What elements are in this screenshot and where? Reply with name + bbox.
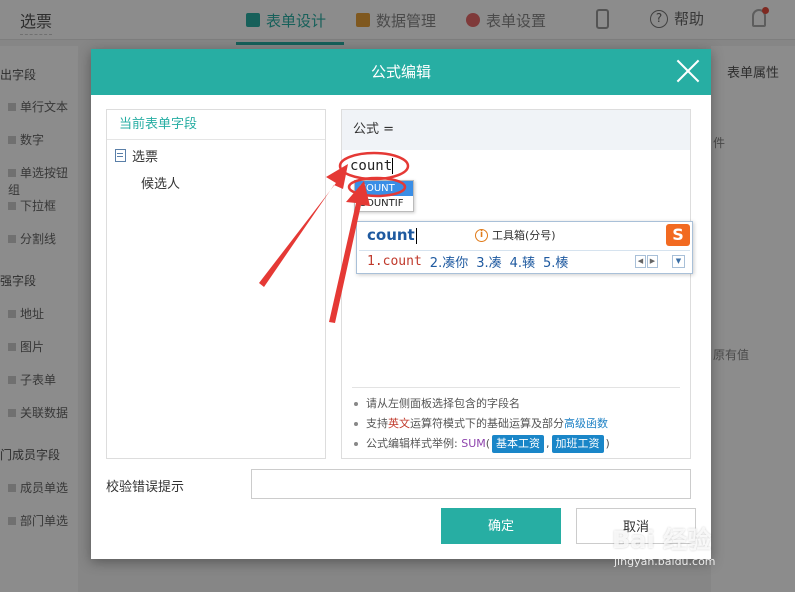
watermark-logo: Bai 经验 [612,526,712,554]
ime-candidate[interactable]: 3.凑 [476,252,501,271]
baidu-watermark: Bai 经验 jingyan.baidu.com [612,520,792,580]
error-hint-label: 校验错误提示 [106,480,185,495]
close-icon[interactable] [675,58,701,84]
hint-line: 支持 英文 运算符模式下的基础运算及部分 高级函数 [352,414,680,434]
ime-toolbox-label: 工具箱(分号) [492,229,556,242]
watermark-url: jingyan.baidu.com [614,555,716,568]
ime-candidates: 1.count 2.凑你 3.凑 4.辏 5.楱 ◀ ▶ ▼ [359,250,690,272]
form-tree-node[interactable]: 选票 [107,140,325,165]
form-name: 选票 [132,150,159,165]
prev-page-icon[interactable]: ◀ [635,255,646,268]
hint-text: 运算符模式下的基础运算及部分 [410,417,564,430]
text-caret [415,227,417,244]
error-hint-input[interactable] [251,469,691,499]
formula-editor: 公式 = count COUNT COUNTIF 请从左侧面板选择包含的字段名 … [341,109,691,459]
field-tag: 加班工资 [551,435,604,453]
dialog-title: 公式编辑 [370,63,431,81]
hint-function: SUM [461,437,486,450]
hint-comma: , [546,437,550,450]
document-icon [115,149,126,162]
formula-text: count [350,158,393,174]
field-tag: 基本工资 [492,435,545,453]
advanced-functions-link[interactable]: 高级函数 [564,414,608,434]
form-fields-panel: 当前表单字段 选票 候选人 [106,109,326,459]
ime-candidate[interactable]: 4.辏 [510,252,535,271]
ime-candidate-window: count i 工具箱(分号) S 1.count 2.凑你 3.凑 4.辏 5… [356,221,693,274]
ime-pager: ◀ ▶ [635,255,658,268]
dialog-header: 公式编辑 [91,49,711,95]
formula-hints: 请从左侧面板选择包含的字段名 支持 英文 运算符模式下的基础运算及部分 高级函数 公式… [352,387,680,454]
autocomplete-item-count[interactable]: COUNT [355,181,413,196]
formula-input[interactable]: count [350,158,410,178]
ime-candidate[interactable]: 5.楱 [543,252,568,271]
text-caret [392,158,394,174]
formula-dialog: 公式编辑 当前表单字段 选票 候选人 公式 = count COUNT COUN… [91,49,711,559]
hint-line: 请从左侧面板选择包含的字段名 [352,394,680,414]
ime-composition-text: count [367,226,415,244]
info-icon: i [475,228,488,242]
hint-paren: ) [605,437,610,450]
expand-icon[interactable]: ▼ [672,255,685,268]
fields-panel-title: 当前表单字段 [107,110,325,140]
confirm-button[interactable]: 确定 [441,508,561,544]
bullet [354,402,358,406]
sogou-logo-icon: S [666,224,690,246]
formula-label: 公式 = [342,110,690,150]
autocomplete-list: COUNT COUNTIF [354,180,414,212]
bullet [354,442,358,446]
hint-paren: ( [485,437,491,450]
hint-highlight: 英文 [388,417,410,430]
bullet [354,422,358,426]
autocomplete-item-countif[interactable]: COUNTIF [355,196,413,211]
field-candidate[interactable]: 候选人 [107,165,325,192]
hint-line: 公式编辑样式举例: SUM(基本工资, 加班工资) [352,434,680,454]
next-page-icon[interactable]: ▶ [647,255,658,268]
ime-candidate[interactable]: 1.count [367,254,422,269]
ime-candidate[interactable]: 2.凑你 [430,252,468,271]
hint-text: 请从左侧面板选择包含的字段名 [366,397,520,410]
ime-composition: count [367,226,417,244]
hint-text: 公式编辑样式举例: [366,437,458,450]
ime-toolbox[interactable]: i 工具箱(分号) [475,227,556,243]
hint-text: 支持 [366,417,388,430]
